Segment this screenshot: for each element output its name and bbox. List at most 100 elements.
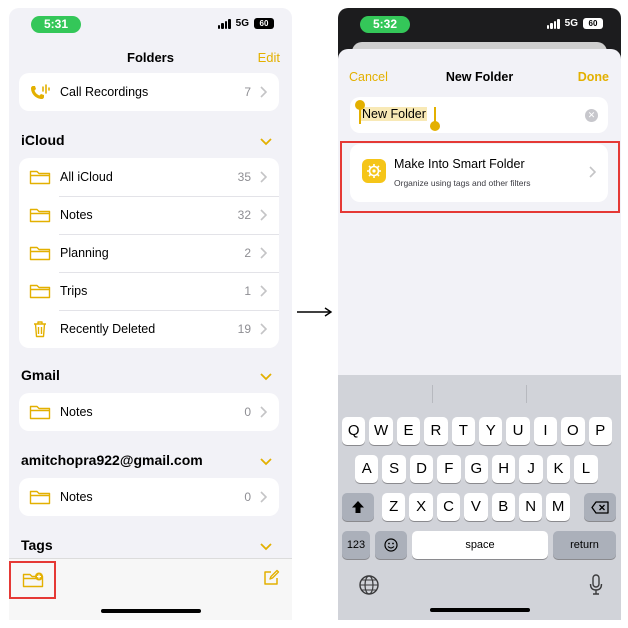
folder-label: Recently Deleted bbox=[60, 322, 156, 336]
folder-icon bbox=[29, 208, 51, 223]
folder-row-notes[interactable]: Notes 32 bbox=[19, 196, 279, 234]
key-n[interactable]: N bbox=[519, 493, 543, 521]
folder-name-input[interactable]: New Folder ✕ bbox=[350, 97, 608, 133]
key-e[interactable]: E bbox=[396, 417, 421, 445]
gear-icon bbox=[362, 159, 386, 183]
key-row-4: 123 space return bbox=[338, 531, 621, 559]
folder-name-value: New Folder bbox=[361, 107, 427, 121]
key-d[interactable]: D bbox=[409, 455, 434, 483]
folder-count: 0 bbox=[244, 405, 251, 419]
home-indicator bbox=[429, 608, 530, 612]
chevron-down-icon[interactable] bbox=[260, 543, 272, 551]
section-title-icloud: iCloud bbox=[21, 132, 65, 148]
key-g[interactable]: G bbox=[464, 455, 488, 483]
chevron-right-icon bbox=[260, 285, 267, 297]
space-key[interactable]: space bbox=[412, 531, 548, 559]
key-i[interactable]: I bbox=[533, 417, 558, 445]
key-r[interactable]: R bbox=[424, 417, 448, 445]
key-row-2: ASDFGHJKL bbox=[338, 455, 621, 483]
key-l[interactable]: L bbox=[574, 455, 598, 483]
key-f[interactable]: F bbox=[437, 455, 461, 483]
delete-icon bbox=[591, 501, 609, 514]
key-h[interactable]: H bbox=[492, 455, 516, 483]
key-t[interactable]: T bbox=[451, 417, 475, 445]
folder-label: Notes bbox=[60, 208, 93, 222]
folder-row-recently-deleted[interactable]: Recently Deleted 19 bbox=[19, 310, 279, 348]
selection-handle-start[interactable] bbox=[355, 100, 365, 124]
section-title-gmail: Gmail bbox=[21, 367, 60, 383]
microphone-icon[interactable] bbox=[589, 574, 603, 596]
folder-row-account-notes[interactable]: Notes 0 bbox=[19, 478, 279, 516]
folder-count: 19 bbox=[237, 322, 251, 336]
folder-row-all-icloud[interactable]: All iCloud 35 bbox=[19, 158, 279, 196]
key-x[interactable]: X bbox=[409, 493, 433, 521]
battery-icon: 60 bbox=[583, 18, 603, 29]
section-title-tags: Tags bbox=[21, 537, 53, 553]
folder-label: Call Recordings bbox=[60, 85, 149, 99]
folder-count: 35 bbox=[237, 170, 251, 184]
make-smart-folder-option[interactable]: Make Into Smart Folder Organize using ta… bbox=[350, 144, 608, 202]
folder-label: Notes bbox=[60, 490, 93, 504]
key-p[interactable]: P bbox=[588, 417, 612, 445]
key-y[interactable]: Y bbox=[479, 417, 503, 445]
key-j[interactable]: J bbox=[519, 455, 543, 483]
edit-button[interactable]: Edit bbox=[258, 50, 280, 65]
status-time: 5:31 bbox=[31, 16, 81, 33]
key-row-3: ZXCVBNM bbox=[338, 493, 621, 521]
icloud-folder-group: All iCloud 35 Notes 32 Planning 2 Trips … bbox=[19, 158, 279, 348]
key-w[interactable]: W bbox=[369, 417, 393, 445]
folder-row-call-recordings[interactable]: Call Recordings 7 bbox=[19, 73, 279, 111]
key-v[interactable]: V bbox=[464, 493, 488, 521]
key-c[interactable]: C bbox=[436, 493, 461, 521]
clear-text-button[interactable]: ✕ bbox=[585, 109, 598, 122]
new-folder-sheet: Cancel New Folder Done New Folder ✕ Make… bbox=[338, 49, 621, 620]
folder-row-planning[interactable]: Planning 2 bbox=[19, 234, 279, 272]
key-a[interactable]: A bbox=[355, 455, 379, 483]
folder-label: Planning bbox=[60, 246, 109, 260]
numbers-key[interactable]: 123 bbox=[342, 531, 370, 559]
key-u[interactable]: U bbox=[506, 417, 530, 445]
network-label: 5G bbox=[564, 18, 578, 29]
folder-icon bbox=[29, 170, 51, 185]
chevron-right-icon bbox=[260, 323, 267, 335]
chevron-right-icon bbox=[260, 86, 267, 98]
key-o[interactable]: O bbox=[561, 417, 585, 445]
shift-key[interactable] bbox=[342, 493, 374, 521]
folder-row-gmail-notes[interactable]: Notes 0 bbox=[19, 393, 279, 431]
trash-icon bbox=[34, 321, 46, 338]
folder-label: Trips bbox=[60, 284, 88, 298]
selection-handle-end[interactable] bbox=[430, 107, 440, 131]
key-s[interactable]: S bbox=[382, 455, 406, 483]
key-k[interactable]: K bbox=[546, 455, 571, 483]
folder-count: 32 bbox=[237, 208, 251, 222]
new-folder-screen: 5:32 5G 60 Cancel New Folder Done New Fo… bbox=[338, 8, 621, 620]
chevron-down-icon[interactable] bbox=[260, 138, 272, 146]
status-bar: 5:31 5G 60 bbox=[9, 8, 292, 40]
folder-count: 0 bbox=[244, 490, 251, 504]
key-z[interactable]: Z bbox=[382, 493, 406, 521]
return-key[interactable]: return bbox=[553, 531, 616, 559]
delete-key[interactable] bbox=[584, 493, 616, 521]
chevron-right-icon bbox=[260, 171, 267, 183]
folders-screen: 5:31 5G 60 Folders Edit Call Recordings … bbox=[9, 8, 292, 620]
emoji-key[interactable] bbox=[375, 531, 407, 559]
page-title: Folders bbox=[127, 50, 174, 65]
key-m[interactable]: M bbox=[546, 493, 570, 521]
folder-row-trips[interactable]: Trips 1 bbox=[19, 272, 279, 310]
done-button[interactable]: Done bbox=[578, 70, 609, 84]
status-bar: 5:32 5G 60 bbox=[338, 8, 621, 40]
chevron-down-icon[interactable] bbox=[260, 458, 272, 466]
chevron-right-icon bbox=[260, 247, 267, 259]
right-arrow-icon bbox=[297, 307, 333, 317]
section-title-account: amitchopra922@gmail.com bbox=[21, 452, 203, 468]
compose-icon[interactable] bbox=[262, 569, 280, 587]
new-folder-button[interactable] bbox=[9, 561, 56, 599]
key-row-1: QWERTYUIOP bbox=[338, 417, 621, 445]
folder-count: 1 bbox=[244, 284, 251, 298]
globe-icon[interactable] bbox=[358, 574, 380, 596]
chevron-down-icon[interactable] bbox=[260, 373, 272, 381]
key-q[interactable]: Q bbox=[342, 417, 366, 445]
signal-icon bbox=[546, 18, 560, 29]
network-label: 5G bbox=[235, 18, 249, 29]
key-b[interactable]: B bbox=[491, 493, 515, 521]
